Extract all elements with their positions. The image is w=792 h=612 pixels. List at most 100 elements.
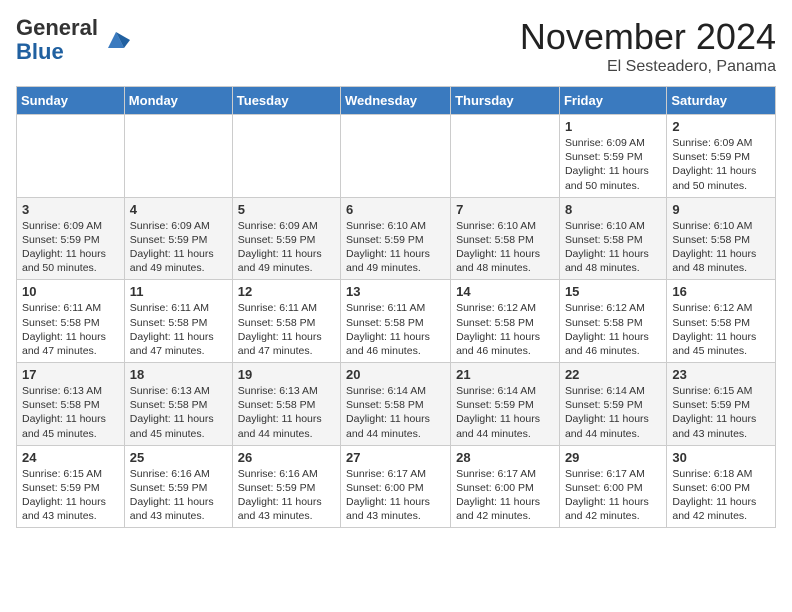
day-number: 11 (130, 284, 227, 299)
page-header: General Blue November 2024 El Sesteadero… (16, 16, 776, 76)
calendar-cell: 15 Sunrise: 6:12 AM Sunset: 5:58 PM Dayli… (559, 280, 666, 363)
day-number: 5 (238, 202, 335, 217)
day-number: 15 (565, 284, 661, 299)
day-info: Sunrise: 6:10 AM Sunset: 5:58 PM Dayligh… (672, 219, 770, 276)
location: El Sesteadero, Panama (520, 58, 776, 76)
day-number: 13 (346, 284, 445, 299)
day-info: Sunrise: 6:12 AM Sunset: 5:58 PM Dayligh… (565, 301, 661, 358)
day-number: 27 (346, 450, 445, 465)
calendar-cell (341, 115, 451, 198)
calendar-body: 1 Sunrise: 6:09 AM Sunset: 5:59 PM Daylig… (17, 115, 776, 528)
calendar-week-row: 17 Sunrise: 6:13 AM Sunset: 5:58 PM Dayli… (17, 363, 776, 446)
calendar-cell: 4 Sunrise: 6:09 AM Sunset: 5:59 PM Daylig… (124, 197, 232, 280)
calendar-cell: 25 Sunrise: 6:16 AM Sunset: 5:59 PM Dayli… (124, 445, 232, 528)
calendar-cell: 8 Sunrise: 6:10 AM Sunset: 5:58 PM Daylig… (559, 197, 666, 280)
day-number: 26 (238, 450, 335, 465)
calendar-cell: 26Sunrise: 6:16 AM Sunset: 5:59 PM Dayli… (232, 445, 340, 528)
calendar-header-row: SundayMondayTuesdayWednesdayThursdayFrid… (17, 87, 776, 115)
calendar-table: SundayMondayTuesdayWednesdayThursdayFrid… (16, 86, 776, 528)
calendar-cell: 14 Sunrise: 6:12 AM Sunset: 5:58 PM Dayli… (451, 280, 560, 363)
day-number: 6 (346, 202, 445, 217)
day-info: Sunrise: 6:09 AM Sunset: 5:59 PM Dayligh… (130, 219, 227, 276)
calendar-cell: 23Sunrise: 6:15 AM Sunset: 5:59 PM Dayli… (667, 363, 776, 446)
title-block: November 2024 El Sesteadero, Panama (520, 16, 776, 76)
day-number: 2 (672, 119, 770, 134)
day-info: Sunrise: 6:09 AM Sunset: 5:59 PM Dayligh… (22, 219, 119, 276)
day-number: 7 (456, 202, 554, 217)
day-number: 18 (130, 367, 227, 382)
day-number: 17 (22, 367, 119, 382)
logo-blue: Blue (16, 39, 64, 64)
day-number: 1 (565, 119, 661, 134)
calendar-week-row: 3 Sunrise: 6:09 AM Sunset: 5:59 PM Daylig… (17, 197, 776, 280)
day-number: 8 (565, 202, 661, 217)
day-info: Sunrise: 6:12 AM Sunset: 5:58 PM Dayligh… (672, 301, 770, 358)
day-number: 20 (346, 367, 445, 382)
calendar-week-row: 24Sunrise: 6:15 AM Sunset: 5:59 PM Dayli… (17, 445, 776, 528)
col-header-wednesday: Wednesday (341, 87, 451, 115)
day-info: Sunrise: 6:10 AM Sunset: 5:58 PM Dayligh… (456, 219, 554, 276)
calendar-week-row: 1 Sunrise: 6:09 AM Sunset: 5:59 PM Daylig… (17, 115, 776, 198)
calendar-cell: 7 Sunrise: 6:10 AM Sunset: 5:58 PM Daylig… (451, 197, 560, 280)
day-info: Sunrise: 6:17 AM Sunset: 6:00 PM Dayligh… (565, 467, 661, 524)
day-info: Sunrise: 6:17 AM Sunset: 6:00 PM Dayligh… (456, 467, 554, 524)
calendar-cell: 2Sunrise: 6:09 AM Sunset: 5:59 PM Daylig… (667, 115, 776, 198)
calendar-cell: 3 Sunrise: 6:09 AM Sunset: 5:59 PM Daylig… (17, 197, 125, 280)
calendar-cell: 20Sunrise: 6:14 AM Sunset: 5:58 PM Dayli… (341, 363, 451, 446)
day-number: 14 (456, 284, 554, 299)
day-number: 24 (22, 450, 119, 465)
col-header-saturday: Saturday (667, 87, 776, 115)
calendar-cell: 24Sunrise: 6:15 AM Sunset: 5:59 PM Dayli… (17, 445, 125, 528)
col-header-thursday: Thursday (451, 87, 560, 115)
calendar-cell: 16 Sunrise: 6:12 AM Sunset: 5:58 PM Dayli… (667, 280, 776, 363)
calendar-cell: 12Sunrise: 6:11 AM Sunset: 5:58 PM Dayli… (232, 280, 340, 363)
calendar-cell: 28 Sunrise: 6:17 AM Sunset: 6:00 PM Dayli… (451, 445, 560, 528)
day-info: Sunrise: 6:13 AM Sunset: 5:58 PM Dayligh… (130, 384, 227, 441)
day-info: Sunrise: 6:09 AM Sunset: 5:59 PM Dayligh… (565, 136, 661, 193)
day-info: Sunrise: 6:14 AM Sunset: 5:59 PM Dayligh… (456, 384, 554, 441)
col-header-sunday: Sunday (17, 87, 125, 115)
calendar-cell: 13 Sunrise: 6:11 AM Sunset: 5:58 PM Dayli… (341, 280, 451, 363)
month-title: November 2024 (520, 16, 776, 58)
day-info: Sunrise: 6:11 AM Sunset: 5:58 PM Dayligh… (130, 301, 227, 358)
logo: General Blue (16, 16, 130, 64)
calendar-cell: 11 Sunrise: 6:11 AM Sunset: 5:58 PM Dayli… (124, 280, 232, 363)
calendar-cell (232, 115, 340, 198)
calendar-cell: 22Sunrise: 6:14 AM Sunset: 5:59 PM Dayli… (559, 363, 666, 446)
calendar-cell: 21Sunrise: 6:14 AM Sunset: 5:59 PM Dayli… (451, 363, 560, 446)
day-number: 10 (22, 284, 119, 299)
day-number: 30 (672, 450, 770, 465)
calendar-cell: 29Sunrise: 6:17 AM Sunset: 6:00 PM Dayli… (559, 445, 666, 528)
calendar-cell: 18 Sunrise: 6:13 AM Sunset: 5:58 PM Dayli… (124, 363, 232, 446)
day-info: Sunrise: 6:13 AM Sunset: 5:58 PM Dayligh… (22, 384, 119, 441)
day-number: 4 (130, 202, 227, 217)
day-number: 25 (130, 450, 227, 465)
calendar-cell: 27Sunrise: 6:17 AM Sunset: 6:00 PM Dayli… (341, 445, 451, 528)
calendar-cell: 9 Sunrise: 6:10 AM Sunset: 5:58 PM Daylig… (667, 197, 776, 280)
day-number: 9 (672, 202, 770, 217)
day-info: Sunrise: 6:12 AM Sunset: 5:58 PM Dayligh… (456, 301, 554, 358)
day-number: 28 (456, 450, 554, 465)
day-info: Sunrise: 6:10 AM Sunset: 5:58 PM Dayligh… (565, 219, 661, 276)
day-info: Sunrise: 6:11 AM Sunset: 5:58 PM Dayligh… (346, 301, 445, 358)
day-number: 16 (672, 284, 770, 299)
calendar-cell: 17 Sunrise: 6:13 AM Sunset: 5:58 PM Dayli… (17, 363, 125, 446)
col-header-monday: Monday (124, 87, 232, 115)
calendar-cell: 19 Sunrise: 6:13 AM Sunset: 5:58 PM Dayli… (232, 363, 340, 446)
col-header-tuesday: Tuesday (232, 87, 340, 115)
day-number: 19 (238, 367, 335, 382)
logo-general: General (16, 15, 98, 40)
calendar-cell: 5 Sunrise: 6:09 AM Sunset: 5:59 PM Daylig… (232, 197, 340, 280)
day-info: Sunrise: 6:18 AM Sunset: 6:00 PM Dayligh… (672, 467, 770, 524)
day-number: 3 (22, 202, 119, 217)
day-info: Sunrise: 6:09 AM Sunset: 5:59 PM Dayligh… (238, 219, 335, 276)
col-header-friday: Friday (559, 87, 666, 115)
day-number: 22 (565, 367, 661, 382)
day-info: Sunrise: 6:16 AM Sunset: 5:59 PM Dayligh… (130, 467, 227, 524)
day-info: Sunrise: 6:13 AM Sunset: 5:58 PM Dayligh… (238, 384, 335, 441)
day-info: Sunrise: 6:15 AM Sunset: 5:59 PM Dayligh… (672, 384, 770, 441)
calendar-cell: 30 Sunrise: 6:18 AM Sunset: 6:00 PM Dayli… (667, 445, 776, 528)
calendar-cell (451, 115, 560, 198)
logo-icon (102, 26, 130, 54)
calendar-week-row: 10 Sunrise: 6:11 AM Sunset: 5:58 PM Dayli… (17, 280, 776, 363)
